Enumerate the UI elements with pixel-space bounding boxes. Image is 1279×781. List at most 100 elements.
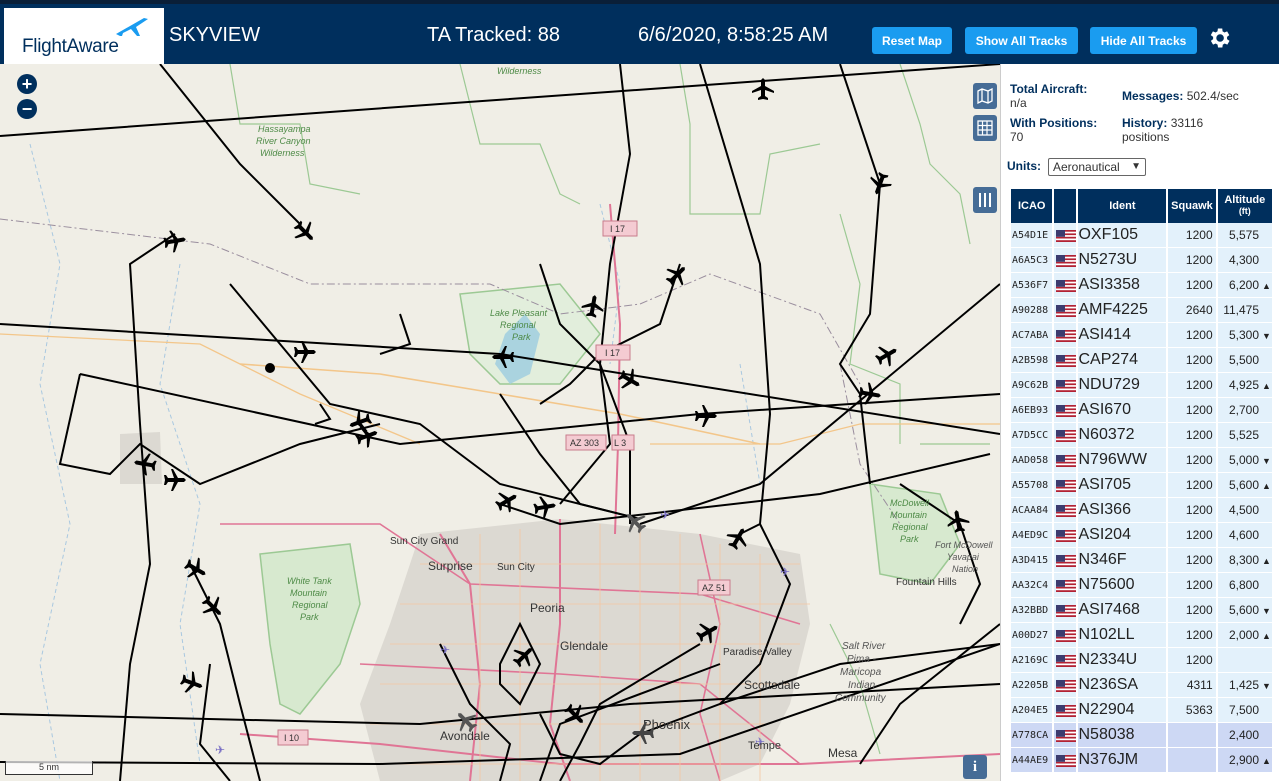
- cell-icao: A54D1E: [1011, 223, 1053, 248]
- cell-squawk: 1200: [1168, 648, 1216, 673]
- altitude-trend-icon: ▲: [1262, 631, 1271, 641]
- col-ident[interactable]: Ident: [1078, 189, 1167, 223]
- table-row[interactable]: A3D415 N346F 1200 8,300 ▲: [1011, 548, 1272, 573]
- altitude-value: 1,425: [1228, 678, 1259, 692]
- map-view[interactable]: ✈ ✈ ✈ ✈ ✈ Wilderness Hassayampa River Cany…: [0, 64, 1000, 781]
- map-canvas[interactable]: ✈✈ ✈✈ ✈ Wilderness Hassayampa River Cany…: [0, 64, 1000, 781]
- table-row[interactable]: A32BBD ASI7468 1200 5,600 ▼: [1011, 598, 1272, 623]
- flightaware-logo[interactable]: FlightAware: [4, 8, 164, 64]
- cell-squawk: [1168, 723, 1216, 748]
- altitude-trend-icon: ▲: [1262, 756, 1271, 766]
- cell-squawk: 1200: [1168, 548, 1216, 573]
- table-row[interactable]: A4ED9C ASI204 1200 4,600: [1011, 523, 1272, 548]
- show-all-tracks-button[interactable]: Show All Tracks: [965, 27, 1078, 54]
- cell-altitude: 5,575: [1217, 223, 1272, 248]
- table-row[interactable]: A55708 ASI705 1200 5,600 ▲: [1011, 473, 1272, 498]
- units-select[interactable]: Aeronautical ▼: [1048, 158, 1146, 176]
- map-icon: [977, 88, 993, 104]
- table-row[interactable]: ACAA84 ASI366 1200 4,500: [1011, 498, 1272, 523]
- airplane-icon[interactable]: [162, 228, 188, 254]
- map-label-salt-river-3: Maricopa: [840, 667, 882, 678]
- with-positions-label: With Positions:: [1010, 116, 1098, 130]
- map-label-scottsdale: Scottsdale: [744, 678, 800, 692]
- cell-ident: N58038: [1078, 723, 1167, 748]
- with-positions-stat: With Positions: 70: [1010, 116, 1114, 144]
- hide-all-tracks-button[interactable]: Hide All Tracks: [1090, 27, 1197, 54]
- map-label-white-tank-4: Park: [300, 612, 319, 622]
- scale-bar: 5 nm: [5, 761, 93, 775]
- altitude-value: 5,575: [1228, 228, 1259, 242]
- table-toggle-button[interactable]: [973, 115, 997, 141]
- table-row[interactable]: A204E5 N22904 5363 7,500: [1011, 698, 1272, 723]
- map-label-mcdowell-1: McDowell: [890, 498, 930, 508]
- cell-ident: ASI204: [1078, 523, 1167, 548]
- table-row[interactable]: A00D27 N102LL 1200 2,000 ▲: [1011, 623, 1272, 648]
- us-flag-icon: [1054, 748, 1077, 773]
- table-row[interactable]: A2169C N2334U 1200: [1011, 648, 1272, 673]
- col-squawk[interactable]: Squawk: [1168, 189, 1216, 223]
- altitude-value: 5,000: [1228, 453, 1259, 467]
- table-row[interactable]: A2205B N236SA 4311 1,425 ▼: [1011, 673, 1272, 698]
- airplane-icon[interactable]: [197, 591, 229, 623]
- cell-icao: A4ED9C: [1011, 523, 1053, 548]
- altitude-value: 4,925: [1228, 378, 1259, 392]
- col-flag[interactable]: [1054, 189, 1077, 223]
- altitude-trend-icon: ▲: [1262, 481, 1271, 491]
- table-row[interactable]: A778CA N58038 2,400: [1011, 723, 1272, 748]
- airplane-icon[interactable]: [491, 485, 523, 517]
- col-altitude[interactable]: Altitude (ft): [1217, 189, 1272, 223]
- table-row[interactable]: AAD058 N796WW 1200 5,000 ▼: [1011, 448, 1272, 473]
- messages-value: 502.4/sec: [1186, 89, 1239, 103]
- cell-altitude: 8,300 ▲: [1217, 548, 1272, 573]
- table-row[interactable]: A7D5CC N60372 1200 5,525: [1011, 423, 1272, 448]
- cell-squawk: 1200: [1168, 323, 1216, 348]
- cell-ident: ASI366: [1078, 498, 1167, 523]
- airplane-icon[interactable]: [695, 405, 717, 427]
- airplane-icon[interactable]: [661, 259, 693, 291]
- altitude-value: 5,600: [1228, 603, 1259, 617]
- table-row[interactable]: A6A5C3 N5273U 1200 4,300: [1011, 248, 1272, 273]
- cell-altitude: 5,600 ▲: [1217, 473, 1272, 498]
- airplane-icon[interactable]: [294, 341, 316, 363]
- table-row[interactable]: AA32C4 N75600 1200 6,800: [1011, 573, 1272, 598]
- shield-az51: AZ 51: [702, 583, 726, 593]
- altitude-value: 11,475: [1223, 303, 1259, 317]
- table-row[interactable]: A44AE9 N376JM 2,900 ▲: [1011, 748, 1272, 773]
- table-row[interactable]: A6EB93 ASI670 1200 2,700: [1011, 398, 1272, 423]
- us-flag-icon: [1054, 248, 1077, 273]
- airplane-icon[interactable]: [180, 553, 212, 585]
- map-label-phoenix: Phoenix: [643, 717, 690, 732]
- table-row[interactable]: A90288 AMF4225 2640 11,475: [1011, 298, 1272, 323]
- table-row[interactable]: A9C62B NDU729 1200 4,925 ▲: [1011, 373, 1272, 398]
- gear-icon[interactable]: [1206, 25, 1232, 51]
- cell-icao: A2205B: [1011, 673, 1053, 698]
- zoom-in-button[interactable]: +: [17, 74, 37, 94]
- cell-icao: AC7ABA: [1011, 323, 1053, 348]
- cell-squawk: 1200: [1168, 598, 1216, 623]
- altitude-value: 4,500: [1228, 503, 1259, 517]
- messages-label: Messages:: [1122, 89, 1184, 103]
- airplane-icon[interactable]: [871, 339, 903, 371]
- reset-map-button[interactable]: Reset Map: [872, 27, 952, 54]
- table-row[interactable]: A54D1E OXF105 1200 5,575: [1011, 223, 1272, 248]
- map-label-peoria: Peoria: [530, 601, 565, 615]
- cell-icao: A90288: [1011, 298, 1053, 323]
- info-icon[interactable]: i: [963, 755, 987, 779]
- col-icao[interactable]: ICAO: [1011, 189, 1053, 223]
- columns-toggle-button[interactable]: [973, 187, 997, 213]
- units-value: Aeronautical: [1053, 160, 1120, 174]
- us-flag-icon: [1054, 573, 1077, 598]
- table-row[interactable]: AC7ABA ASI414 1200 5,300 ▼: [1011, 323, 1272, 348]
- airplane-icon[interactable]: [289, 216, 321, 248]
- cell-icao: AA32C4: [1011, 573, 1053, 598]
- history-label: History:: [1122, 116, 1168, 130]
- map-label-lake-pleasant-3: Park: [512, 332, 531, 342]
- airplane-icon[interactable]: [177, 668, 207, 698]
- cell-altitude: 5,500: [1217, 348, 1272, 373]
- cell-altitude: 11,475: [1217, 298, 1272, 323]
- map-layers-button[interactable]: [973, 83, 997, 109]
- zoom-out-button[interactable]: −: [17, 99, 37, 119]
- table-row[interactable]: A2B598 CAP274 1200 5,500: [1011, 348, 1272, 373]
- cell-altitude: 2,700: [1217, 398, 1272, 423]
- table-row[interactable]: A536F7 ASI3358 1200 6,200 ▲: [1011, 273, 1272, 298]
